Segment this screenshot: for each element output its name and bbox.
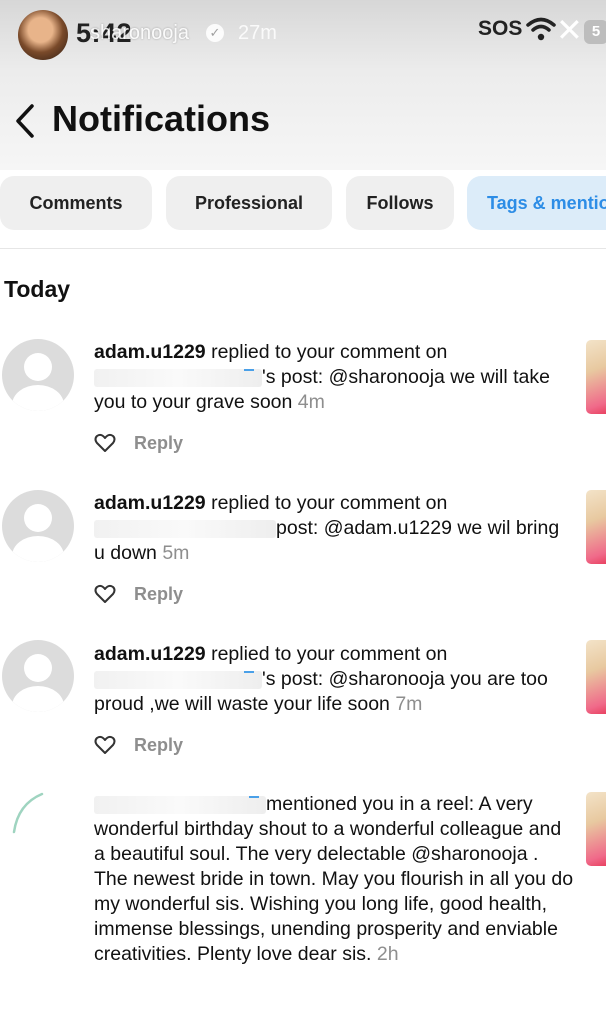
notification-text[interactable]: adam.u1229 replied to your comment on po…	[94, 491, 574, 566]
story-age: 27m	[238, 22, 277, 44]
notification-action: replied to your comment on	[205, 341, 448, 363]
redacted-username	[94, 795, 266, 814]
notification-text[interactable]: adam.u1229 replied to your comment on 's…	[94, 642, 574, 717]
redacted-username	[94, 519, 276, 538]
close-icon[interactable]: ✕	[556, 14, 583, 46]
avatar[interactable]	[2, 792, 74, 864]
heart-outline-icon[interactable]	[94, 584, 116, 604]
notification-username[interactable]: adam.u1229	[94, 492, 206, 514]
reel-thumbnail[interactable]	[586, 792, 606, 866]
story-avatar[interactable]	[18, 10, 68, 60]
notification-username[interactable]: adam.u1229	[94, 643, 206, 665]
reply-button[interactable]: Reply	[134, 735, 183, 756]
sos-indicator: SOS	[478, 17, 523, 40]
tab-professional[interactable]: Professional	[166, 176, 332, 230]
avatar[interactable]	[2, 490, 74, 562]
status-bar: 5:42 sharonooja ✓ 27m SOS ✕ 5	[0, 0, 606, 70]
redacted-username	[94, 368, 262, 387]
post-thumbnail[interactable]	[586, 490, 606, 564]
notification-username[interactable]: adam.u1229	[94, 341, 206, 363]
heart-outline-icon[interactable]	[94, 735, 116, 755]
page-title: Notifications	[52, 98, 271, 139]
redacted-username	[94, 670, 262, 689]
notification-body: mentioned you in a reel: A very wonderfu…	[94, 793, 574, 965]
section-heading-today: Today	[4, 276, 71, 302]
tab-comments[interactable]: Comments	[0, 176, 152, 230]
avatar[interactable]	[2, 640, 74, 712]
post-thumbnail[interactable]	[586, 640, 606, 714]
story-username[interactable]: sharonooja	[90, 22, 189, 45]
notification-time: 7m	[395, 693, 423, 715]
divider	[0, 248, 606, 249]
notification-time: 4m	[297, 391, 325, 413]
post-thumbnail[interactable]	[586, 340, 606, 414]
chevron-left-icon[interactable]	[8, 100, 42, 142]
battery-indicator: 5	[584, 20, 606, 44]
avatar[interactable]	[2, 339, 74, 411]
notification-time: 2h	[376, 943, 399, 965]
heart-outline-icon[interactable]	[94, 433, 116, 453]
notification-text[interactable]: mentioned you in a reel: A very wonderfu…	[94, 792, 574, 967]
reply-button[interactable]: Reply	[134, 433, 183, 454]
tab-tags-mentions[interactable]: Tags & mentions	[467, 176, 606, 230]
notification-text[interactable]: adam.u1229 replied to your comment on 's…	[94, 340, 574, 415]
reply-button[interactable]: Reply	[134, 584, 183, 605]
notification-time: 5m	[162, 542, 190, 564]
notification-action: replied to your comment on	[205, 492, 448, 514]
wifi-icon	[526, 17, 556, 41]
verified-badge-icon: ✓	[206, 24, 224, 42]
notification-action: replied to your comment on	[205, 643, 448, 665]
tab-follows[interactable]: Follows	[346, 176, 454, 230]
filter-tabs: Comments Professional Follows Tags & men…	[0, 176, 606, 232]
